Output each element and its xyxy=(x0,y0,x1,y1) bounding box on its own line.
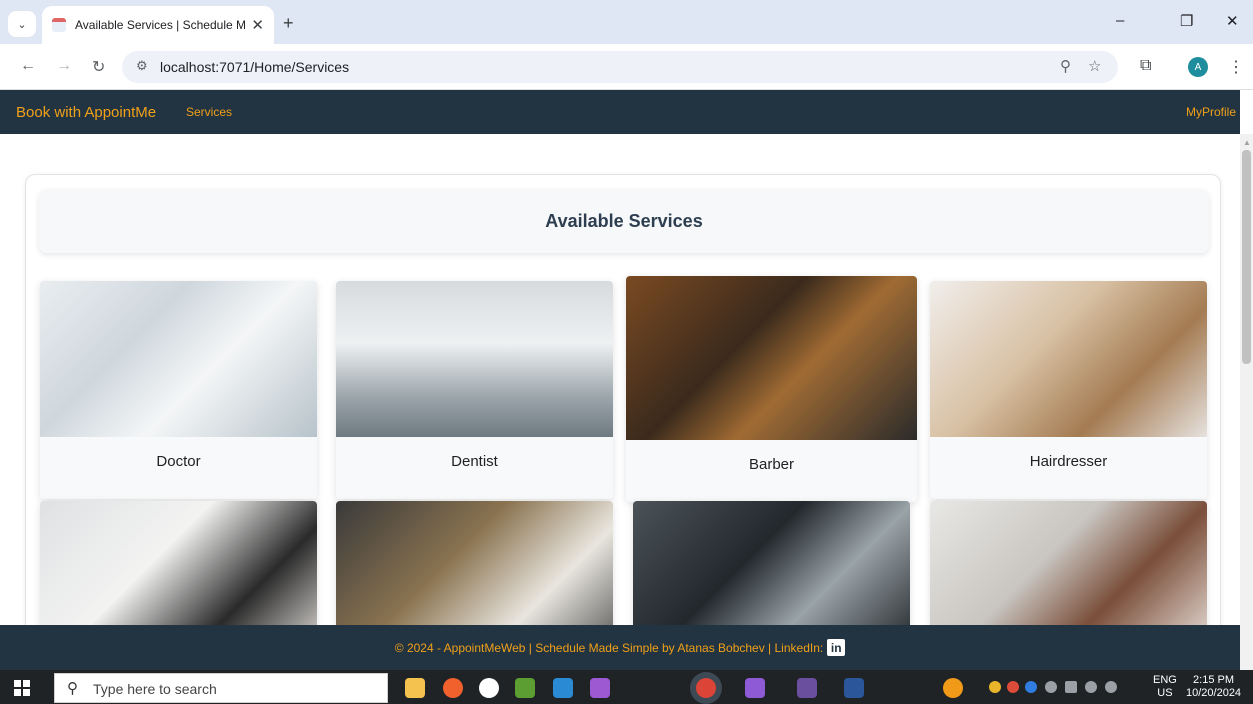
service-name: Hairdresser xyxy=(1029,453,1108,470)
clock-time: 2:15 PM xyxy=(1193,674,1235,686)
nav-link-myprofile[interactable]: MyProfile xyxy=(1186,105,1236,119)
browser-tab-strip: ⌄ Available Services | Schedule M ✕ + – … xyxy=(0,0,1253,44)
search-icon: ⚲ xyxy=(67,680,78,697)
security-tray-icon[interactable] xyxy=(1007,681,1019,693)
service-card-barber[interactable]: Barber xyxy=(626,276,917,502)
clock[interactable]: 2:15 PM 10/20/2024 xyxy=(1186,674,1241,700)
service-card-hairdresser[interactable]: Hairdresser xyxy=(930,281,1207,499)
calendar-icon xyxy=(52,18,66,32)
tab-search-button[interactable]: ⌄ xyxy=(8,11,36,37)
snipping-tool-icon[interactable] xyxy=(590,678,610,698)
footer-text: © 2024 - AppointMeWeb | Schedule Made Si… xyxy=(394,640,824,655)
bookmark-star-icon[interactable]: ☆ xyxy=(1088,57,1101,75)
site-navbar: Book with AppointMe Services MyProfile xyxy=(0,90,1240,134)
page-scrollbar[interactable]: ▲ xyxy=(1240,134,1253,670)
linkedin-icon[interactable]: in xyxy=(827,639,846,656)
location-icon[interactable] xyxy=(1045,681,1057,693)
minimize-button[interactable]: – xyxy=(1116,12,1124,29)
scroll-up-icon[interactable]: ▲ xyxy=(1243,138,1251,147)
scroll-thumb[interactable] xyxy=(1242,150,1251,364)
profile-avatar[interactable]: A xyxy=(1188,57,1208,77)
service-card-dentist[interactable]: Dentist xyxy=(336,281,613,499)
file-explorer-icon[interactable] xyxy=(405,678,425,698)
service-name: Dentist xyxy=(451,453,498,470)
tab-close-icon[interactable]: ✕ xyxy=(251,16,264,34)
battery-icon[interactable] xyxy=(1065,681,1077,693)
tab-title: Available Services | Schedule M xyxy=(75,18,246,32)
url-text[interactable]: localhost:7071/Home/Services xyxy=(160,59,349,75)
word-icon[interactable] xyxy=(844,678,864,698)
bluetooth-icon[interactable] xyxy=(1025,681,1037,693)
reload-icon[interactable]: ↻ xyxy=(92,57,105,77)
chrome-icon[interactable] xyxy=(696,678,716,698)
clock-date: 10/20/2024 xyxy=(1186,687,1242,699)
chrome-tray-icon[interactable] xyxy=(989,681,1001,693)
vscode-icon[interactable] xyxy=(553,678,573,698)
back-arrow-icon[interactable]: ← xyxy=(20,57,36,75)
site-footer: © 2024 - AppointMeWeb | Schedule Made Si… xyxy=(0,625,1240,670)
taskbar-search-placeholder: Type here to search xyxy=(93,681,217,697)
chevron-down-icon: ⌄ xyxy=(17,18,27,31)
hairdresser-image xyxy=(930,281,1207,437)
restore-button[interactable]: ❐ xyxy=(1180,12,1193,30)
close-window-button[interactable]: ✕ xyxy=(1226,12,1239,30)
service-name: Doctor xyxy=(156,453,201,470)
service-card-doctor[interactable]: Doctor xyxy=(40,281,317,499)
more-menu-icon[interactable]: ⋮ xyxy=(1228,57,1244,77)
windows-taskbar: ⚲ Type here to search ENG US 2:15 PM 10/… xyxy=(0,670,1253,704)
nav-link-services[interactable]: Services xyxy=(186,105,232,119)
visual-studio-icon[interactable] xyxy=(745,678,765,698)
brand-link[interactable]: Book with AppointMe xyxy=(16,104,156,121)
language-indicator[interactable]: ENG US xyxy=(1153,674,1177,700)
mongodb-compass-icon[interactable] xyxy=(479,678,499,698)
zoom-icon[interactable]: ⚲ xyxy=(1060,57,1071,75)
active-browser-tab[interactable]: Available Services | Schedule M ✕ xyxy=(42,6,274,44)
barber-image xyxy=(626,276,917,440)
postman-icon[interactable] xyxy=(443,678,463,698)
extensions-icon[interactable]: ⧉ xyxy=(1140,57,1151,75)
windows-start-icon[interactable] xyxy=(14,680,30,696)
page-title: Available Services xyxy=(545,210,703,231)
terminal-icon[interactable] xyxy=(797,678,817,698)
services-container: Available Services Doctor Dentist Barber… xyxy=(25,174,1221,670)
web-page: Book with AppointMe Services MyProfile ▲… xyxy=(0,90,1253,670)
doctor-image xyxy=(40,281,317,437)
wifi-icon[interactable] xyxy=(1085,681,1097,693)
volume-icon[interactable] xyxy=(1105,681,1117,693)
site-settings-icon[interactable]: ⚙ xyxy=(136,58,148,74)
forward-arrow-icon[interactable]: → xyxy=(56,57,72,75)
new-tab-button[interactable]: + xyxy=(283,13,294,34)
notepad-plus-icon[interactable] xyxy=(515,678,535,698)
address-bar[interactable]: ⚙ localhost:7071/Home/Services ⚲ ☆ xyxy=(122,51,1118,83)
taskbar-search-box[interactable]: ⚲ Type here to search xyxy=(54,673,388,703)
status-dot-icon[interactable] xyxy=(943,678,963,698)
title-panel: Available Services xyxy=(39,189,1209,253)
region-code: US xyxy=(1157,687,1173,699)
browser-toolbar: ← → ↻ ⚙ localhost:7071/Home/Services ⚲ ☆… xyxy=(0,44,1253,90)
dentist-image xyxy=(336,281,613,437)
language-code: ENG xyxy=(1153,674,1177,686)
service-name: Barber xyxy=(748,456,795,473)
